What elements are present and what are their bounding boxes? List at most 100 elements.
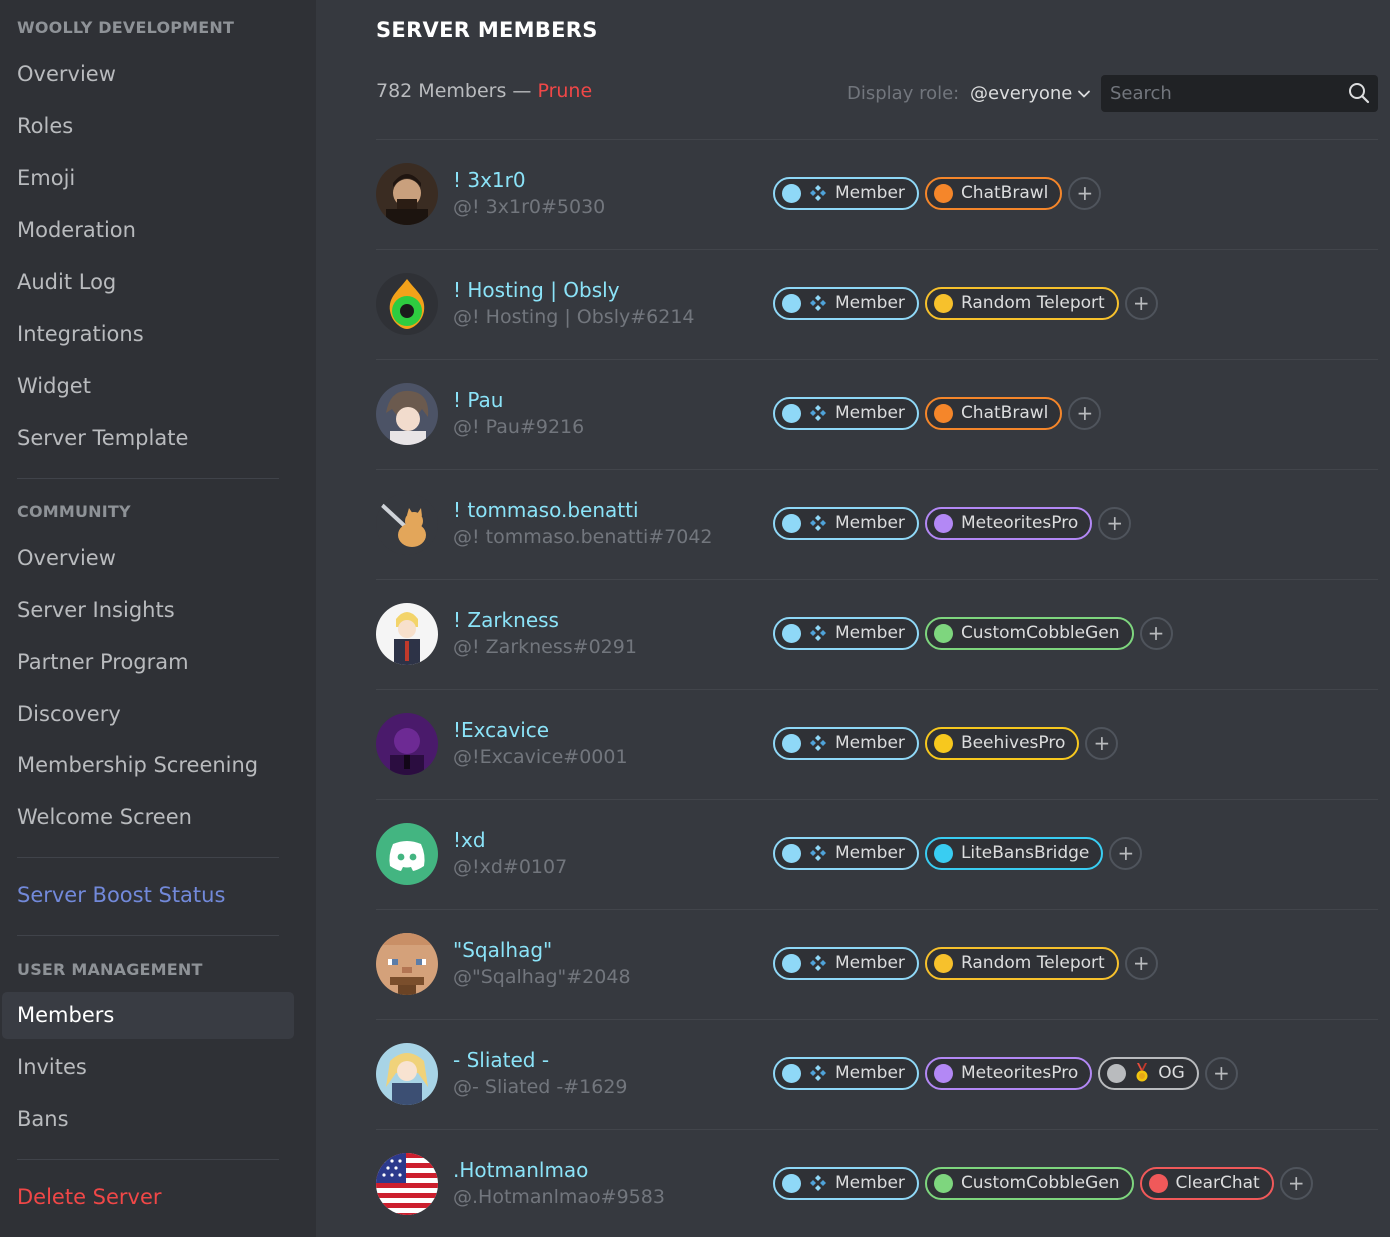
role-color-dot[interactable]	[1148, 1173, 1168, 1193]
sidebar-item-audit-log[interactable]: Audit Log	[2, 259, 294, 306]
role-color-dot[interactable]	[933, 1173, 953, 1193]
member-row[interactable]: ! Pau @! Pau#9216 Member ChatBrawl +	[376, 360, 1378, 470]
sidebar-item-overview[interactable]: Overview	[2, 51, 294, 98]
add-role-button[interactable]: +	[1139, 616, 1173, 650]
role-color-dot[interactable]	[933, 953, 953, 973]
sidebar-item-membership-screening[interactable]: Membership Screening	[2, 742, 294, 789]
role-color-dot[interactable]	[933, 513, 953, 533]
add-role-button[interactable]: +	[1204, 1056, 1238, 1090]
role-color-dot[interactable]	[933, 403, 953, 423]
add-role-button[interactable]: +	[1124, 946, 1158, 980]
member-row[interactable]: - Sliated - @- Sliated -#1629 Member Meteor…	[376, 1020, 1378, 1130]
sidebar-item-server-boost-status[interactable]: Server Boost Status	[2, 872, 294, 919]
avatar[interactable]	[376, 383, 438, 445]
add-role-button[interactable]: +	[1279, 1166, 1313, 1200]
avatar[interactable]	[376, 823, 438, 885]
role-pill[interactable]: MeteoritesPro	[924, 506, 1093, 540]
sidebar-item-roles[interactable]: Roles	[2, 103, 294, 150]
role-color-dot[interactable]	[782, 1173, 801, 1193]
member-row[interactable]: ! tommaso.benatti @! tommaso.benatti#7042…	[376, 470, 1378, 580]
sidebar-item-welcome-screen[interactable]: Welcome Screen	[2, 794, 294, 841]
role-pill[interactable]: Member	[773, 1166, 919, 1200]
role-color-dot[interactable]	[1107, 1063, 1127, 1083]
prune-link[interactable]: Prune	[537, 80, 592, 102]
avatar[interactable]	[376, 1043, 438, 1105]
sidebar-item-server-insights[interactable]: Server Insights	[2, 587, 294, 634]
role-pill[interactable]: Random Teleport	[924, 286, 1119, 320]
role-pill[interactable]: Member	[773, 286, 919, 320]
add-role-button[interactable]: +	[1098, 506, 1132, 540]
sidebar-item-partner-program[interactable]: Partner Program	[2, 639, 294, 686]
avatar[interactable]	[376, 493, 438, 555]
avatar[interactable]	[376, 1153, 438, 1215]
member-row[interactable]: ! Hosting | Obsly @! Hosting | Obsly#6214…	[376, 250, 1378, 360]
member-row[interactable]: !xd @!xd#0107 Member LiteBansBridge +	[376, 800, 1378, 910]
add-role-button[interactable]: +	[1124, 286, 1158, 320]
add-role-button[interactable]: +	[1068, 396, 1102, 430]
display-role-value: @everyone	[970, 83, 1073, 104]
sidebar-item-community-overview[interactable]: Overview	[2, 535, 294, 582]
role-color-dot[interactable]	[933, 1063, 953, 1083]
sidebar-item-bans[interactable]: Bans	[2, 1096, 294, 1143]
sidebar-item-delete-server[interactable]: Delete Server	[2, 1174, 294, 1221]
avatar[interactable]	[376, 603, 438, 665]
sidebar-item-widget[interactable]: Widget	[2, 363, 294, 410]
sidebar-item-emoji[interactable]: Emoji	[2, 155, 294, 202]
role-pill[interactable]: CustomCobbleGen	[924, 1166, 1134, 1200]
role-pill[interactable]: ClearChat	[1139, 1166, 1274, 1200]
role-pill[interactable]: MeteoritesPro	[924, 1056, 1093, 1090]
role-color-dot[interactable]	[933, 843, 953, 863]
role-color-dot[interactable]	[782, 293, 801, 313]
role-pill[interactable]: Member	[773, 506, 919, 540]
role-pill[interactable]: OG	[1098, 1056, 1199, 1090]
member-row[interactable]: !Excavice @!Excavice#0001 Member BeehivesPr…	[376, 690, 1378, 800]
role-color-dot[interactable]	[933, 733, 953, 753]
sidebar-divider	[17, 478, 279, 479]
sidebar-item-discovery[interactable]: Discovery	[2, 691, 294, 738]
role-pill[interactable]: Member	[773, 946, 919, 980]
role-color-dot[interactable]	[782, 513, 801, 533]
member-row[interactable]: "Sqalhag" @"Sqalhag"#2048 Member Random Tel…	[376, 910, 1378, 1020]
role-color-dot[interactable]	[933, 183, 953, 203]
sidebar-item-invites[interactable]: Invites	[2, 1044, 294, 1091]
role-pill[interactable]: Random Teleport	[924, 946, 1119, 980]
role-pill[interactable]: Member	[773, 726, 919, 760]
role-pill[interactable]: Member	[773, 396, 919, 430]
member-row[interactable]: ! 3x1r0 @! 3x1r0#5030 Member ChatBrawl +	[376, 140, 1378, 250]
add-role-button[interactable]: +	[1085, 726, 1119, 760]
search-icon[interactable]	[1348, 82, 1370, 104]
role-pill[interactable]: LiteBansBridge	[924, 836, 1104, 870]
avatar[interactable]	[376, 273, 438, 335]
role-color-dot[interactable]	[782, 733, 801, 753]
role-color-dot[interactable]	[782, 1063, 801, 1083]
search-input[interactable]	[1101, 75, 1341, 112]
role-name: ChatBrawl	[960, 403, 1049, 423]
avatar[interactable]	[376, 713, 438, 775]
role-pill[interactable]: Member	[773, 176, 919, 210]
sidebar-item-integrations[interactable]: Integrations	[2, 311, 294, 358]
role-color-dot[interactable]	[782, 183, 801, 203]
sidebar-item-server-template[interactable]: Server Template	[2, 415, 294, 462]
avatar[interactable]	[376, 933, 438, 995]
role-pill[interactable]: ChatBrawl	[924, 396, 1063, 430]
role-pill[interactable]: Member	[773, 1056, 919, 1090]
role-color-dot[interactable]	[933, 623, 953, 643]
role-pill[interactable]: ChatBrawl	[924, 176, 1063, 210]
role-color-dot[interactable]	[782, 623, 801, 643]
role-color-dot[interactable]	[933, 293, 953, 313]
role-color-dot[interactable]	[782, 953, 801, 973]
sidebar-item-members[interactable]: Members	[2, 992, 294, 1039]
add-role-button[interactable]: +	[1109, 836, 1143, 870]
role-pill[interactable]: BeehivesPro	[924, 726, 1080, 760]
role-pill[interactable]: Member	[773, 616, 919, 650]
sidebar-item-moderation[interactable]: Moderation	[2, 207, 294, 254]
role-color-dot[interactable]	[782, 843, 801, 863]
role-pill[interactable]: CustomCobbleGen	[924, 616, 1134, 650]
add-role-button[interactable]: +	[1068, 176, 1102, 210]
member-row[interactable]: .Hotmanlmao @.Hotmanlmao#9583 Member Custom…	[376, 1130, 1378, 1237]
role-color-dot[interactable]	[782, 403, 801, 423]
role-pill[interactable]: Member	[773, 836, 919, 870]
member-row[interactable]: ! Zarkness @! Zarkness#0291 Member CustomCo…	[376, 580, 1378, 690]
display-role-select[interactable]: @everyone	[970, 83, 1092, 104]
avatar[interactable]	[376, 163, 438, 225]
